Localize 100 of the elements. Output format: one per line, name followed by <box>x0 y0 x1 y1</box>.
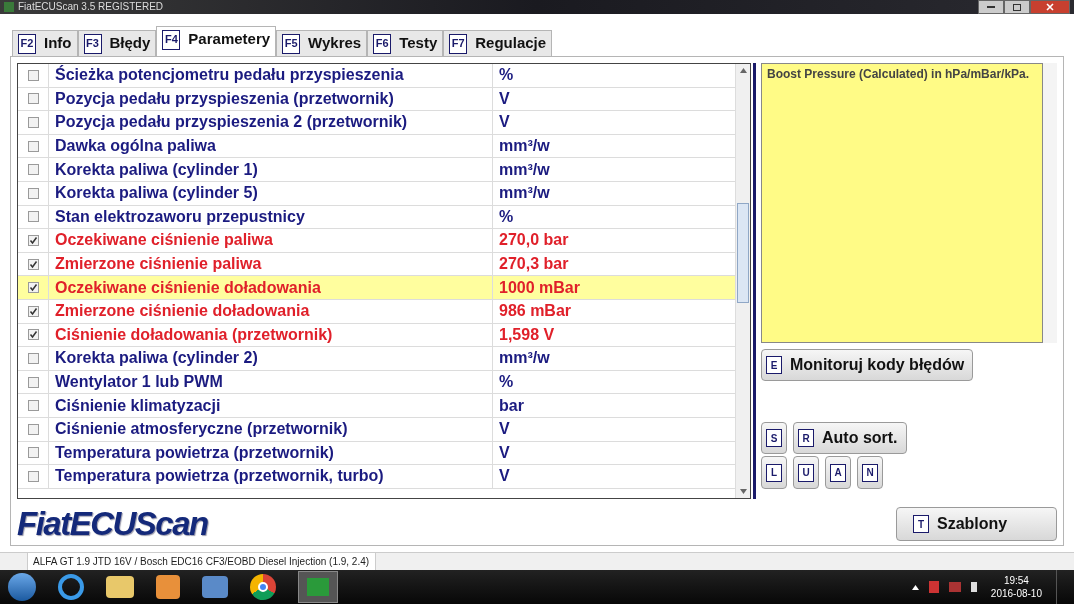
checkbox[interactable] <box>27 164 39 176</box>
tab[interactable]: F5 Wykres <box>276 30 368 56</box>
window-title: FiatECUScan 3.5 REGISTERED <box>18 2 164 12</box>
key-button[interactable]: E Monitoruj kody błędów <box>761 349 974 381</box>
parameter-value: bar <box>498 395 524 416</box>
parameter-value: % <box>498 206 514 227</box>
checkbox[interactable] <box>27 282 39 294</box>
checkbox[interactable] <box>27 447 39 459</box>
checkbox[interactable] <box>27 187 39 199</box>
parameter-row[interactable]: Ciśnienie klimatyzacji bar <box>18 394 735 418</box>
tab[interactable]: F6 Testy <box>367 30 444 56</box>
key-button[interactable]: R Auto sort. <box>793 422 907 454</box>
key-label: R <box>798 429 814 447</box>
scrollbar[interactable] <box>1043 63 1057 343</box>
checkbox[interactable] <box>27 140 39 152</box>
parameter-row[interactable]: Temperatura powietrza (przetwornik) V <box>18 441 735 466</box>
parameter-name: Pozycja pedału przyspieszenia 2 (przetwornik) <box>49 111 493 134</box>
parameter-name: Oczekiwane ciśnienie doładowania <box>49 276 493 299</box>
key-label: L <box>766 463 782 482</box>
key-button[interactable]: T Szablony <box>896 507 1057 541</box>
parameter-value: V <box>498 419 510 440</box>
scroll-up-icon[interactable] <box>739 68 747 73</box>
parameter-name: Korekta paliwa (cylinder 5) <box>49 181 493 205</box>
parameter-name: Stan elektrozaworu przepustnicy <box>49 205 493 229</box>
parameter-value: V <box>498 88 510 109</box>
checkbox[interactable] <box>27 93 39 105</box>
key-label: A <box>830 463 846 482</box>
tab[interactable]: F4 Parametery <box>156 26 277 56</box>
parameter-name: Ścieżka potencjometru pedału przyspieszenia <box>49 64 493 87</box>
description-box: Boost Pressure (Calculated) in hPa/mBar/kPa. <box>761 63 1043 343</box>
parameter-row[interactable]: Oczekiwane ciśnienie paliwa 270,0 bar <box>18 229 735 253</box>
chrome-icon[interactable] <box>250 574 276 600</box>
parameter-name: Temperatura powietrza (przetwornik, turbo) <box>49 465 493 488</box>
start-orb-icon[interactable] <box>8 573 36 601</box>
parameter-value: % <box>498 372 514 392</box>
parameter-row[interactable]: Wentylator 1 lub PWM % <box>18 370 735 395</box>
checkbox[interactable] <box>27 69 39 81</box>
key-button[interactable]: L <box>761 456 787 489</box>
parameter-row[interactable]: Pozycja pedału przyspieszenia 2 (przetwornik) V <box>18 111 735 135</box>
key-button[interactable]: S <box>761 422 787 454</box>
checkbox[interactable] <box>27 305 39 317</box>
key-label: U <box>798 463 814 482</box>
parameter-row[interactable]: Ciśnienie atmosferyczne (przetwornik) V <box>18 417 735 442</box>
close-button[interactable] <box>1030 0 1070 14</box>
tab[interactable]: F7 Regulacje <box>443 30 553 56</box>
key-button[interactable]: N <box>857 456 883 489</box>
tray-arrow-icon[interactable] <box>911 584 919 590</box>
parameter-value: 1,598 V <box>498 324 555 345</box>
tab[interactable]: F3 Błędy <box>77 30 157 56</box>
checkbox[interactable] <box>27 352 39 364</box>
clock-date: 2016-08-10 <box>990 587 1042 600</box>
parameter-value: 1000 mBar <box>498 277 580 298</box>
parameter-row[interactable]: Zmierzone ciśnienie paliwa 270,3 bar <box>18 252 735 277</box>
parameter-row[interactable]: Korekta paliwa (cylinder 5) mm³/w <box>18 181 735 206</box>
parameter-row[interactable]: Zmierzone ciśnienie doładowania 986 mBar <box>18 299 735 324</box>
parameter-value: V <box>498 442 510 463</box>
parameter-name: Zmierzone ciśnienie paliwa <box>49 252 493 276</box>
checkbox[interactable] <box>27 258 39 270</box>
parameter-row[interactable]: Korekta paliwa (cylinder 1) mm³/w <box>18 158 735 182</box>
scrollbar[interactable] <box>735 64 750 498</box>
parameter-name: Dawka ogólna paliwa <box>49 134 493 158</box>
parameter-row[interactable]: Dawka ogólna paliwa mm³/w <box>18 134 735 159</box>
key-label: F7 <box>449 33 468 54</box>
checkbox[interactable] <box>27 329 39 341</box>
active-app-icon[interactable] <box>298 571 338 603</box>
parameter-row[interactable]: Ciśnienie doładowania (przetwornik) 1,598 V <box>18 323 735 348</box>
checkbox[interactable] <box>27 423 39 435</box>
minimize-button[interactable] <box>978 0 1004 14</box>
key-button[interactable]: U <box>793 456 819 489</box>
clock-time: 19:54 <box>1003 574 1029 587</box>
checkbox[interactable] <box>27 234 39 246</box>
key-label: F2 <box>18 33 36 54</box>
parameter-value: mm³/w <box>498 348 550 369</box>
logo: FiatECUScan <box>17 507 208 540</box>
parameter-name: Oczekiwane ciśnienie paliwa <box>49 229 493 252</box>
parameter-value: V <box>498 466 510 487</box>
parameter-row[interactable]: Temperatura powietrza (przetwornik, turbo) V <box>18 465 735 489</box>
parameter-row[interactable]: Oczekiwane ciśnienie doładowania 1000 mBar <box>18 276 735 300</box>
parameter-name: Ciśnienie klimatyzacji <box>49 394 493 417</box>
parameter-row[interactable]: Korekta paliwa (cylinder 2) mm³/w <box>18 347 735 371</box>
parameter-row[interactable]: Ścieżka potencjometru pedału przyspieszenia % <box>18 64 735 88</box>
checkbox[interactable] <box>27 211 39 223</box>
parameter-row[interactable]: Pozycja pedału przyspieszenia (przetwornik) V <box>18 87 735 112</box>
scrollbar-thumb[interactable] <box>737 203 749 303</box>
parameter-value: mm³/w <box>498 136 550 157</box>
checkbox[interactable] <box>27 400 39 412</box>
app-icon <box>4 2 14 12</box>
key-button[interactable]: A <box>825 456 851 489</box>
checkbox[interactable] <box>27 117 39 128</box>
checkbox[interactable] <box>27 376 39 388</box>
tray-clock[interactable]: 19:54 2016-08-10 <box>986 574 1046 600</box>
parameter-row[interactable]: Stan elektrozaworu przepustnicy % <box>18 205 735 230</box>
maximize-button[interactable] <box>1004 0 1030 14</box>
checkbox[interactable] <box>27 470 39 482</box>
key-label: F5 <box>282 33 301 54</box>
tab[interactable]: F2 Info <box>12 30 78 56</box>
parameter-value: mm³/w <box>498 159 550 180</box>
scroll-down-icon[interactable] <box>739 489 747 494</box>
parameter-name: Temperatura powietrza (przetwornik) <box>49 441 493 465</box>
parameter-name: Ciśnienie atmosferyczne (przetwornik) <box>49 417 493 441</box>
